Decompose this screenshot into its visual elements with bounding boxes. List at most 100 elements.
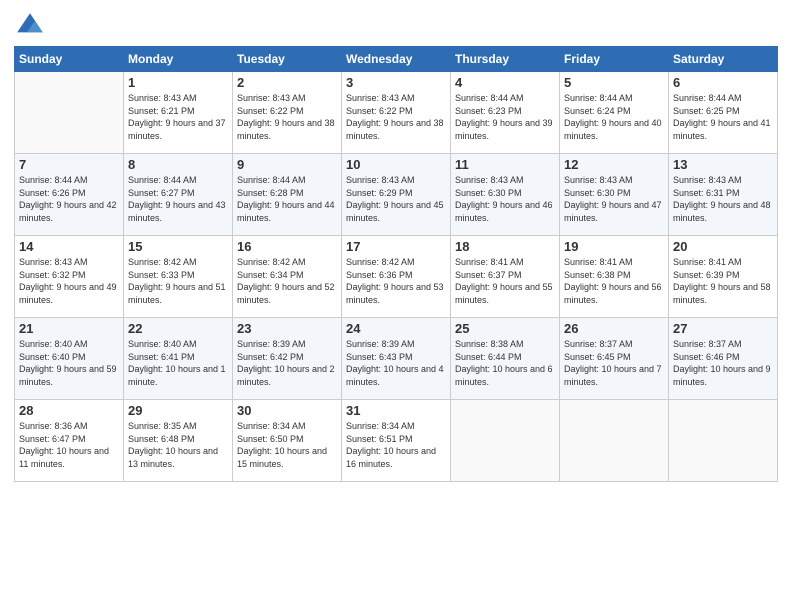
day-cell: 27Sunrise: 8:37 AM Sunset: 6:46 PM Dayli… [669, 318, 778, 400]
day-cell: 5 Sunrise: 8:44 AM Sunset: 6:24 PM Daylig… [560, 72, 669, 154]
header-row: SundayMondayTuesdayWednesdayThursdayFrid… [15, 47, 778, 72]
day-cell [15, 72, 124, 154]
day-cell [451, 400, 560, 482]
day-number: 20 [673, 239, 773, 254]
day-number: 6 [673, 75, 773, 90]
day-number: 13 [673, 157, 773, 172]
day-number: 21 [19, 321, 119, 336]
day-cell: 2 Sunrise: 8:43 AM Sunset: 6:22 PM Daylig… [233, 72, 342, 154]
day-info: Sunrise: 8:41 AM Sunset: 6:38 PM Dayligh… [564, 256, 664, 306]
logo-icon [14, 10, 46, 42]
col-header-saturday: Saturday [669, 47, 778, 72]
day-info: Sunrise: 8:43 AM Sunset: 6:30 PM Dayligh… [455, 174, 555, 224]
day-cell: 17 Sunrise: 8:42 AM Sunset: 6:36 PM Dayli… [342, 236, 451, 318]
day-info: Sunrise: 8:37 AM Sunset: 6:45 PM Dayligh… [564, 338, 664, 388]
day-number: 28 [19, 403, 119, 418]
day-info: Sunrise: 8:34 AM Sunset: 6:51 PM Dayligh… [346, 420, 446, 470]
day-number: 3 [346, 75, 446, 90]
day-number: 1 [128, 75, 228, 90]
header [14, 10, 778, 42]
col-header-monday: Monday [124, 47, 233, 72]
day-number: 2 [237, 75, 337, 90]
day-cell: 22 Sunrise: 8:40 AM Sunset: 6:41 PM Dayli… [124, 318, 233, 400]
day-cell: 6 Sunrise: 8:44 AM Sunset: 6:25 PM Daylig… [669, 72, 778, 154]
col-header-friday: Friday [560, 47, 669, 72]
day-info: Sunrise: 8:43 AM Sunset: 6:22 PM Dayligh… [346, 92, 446, 142]
day-cell: 25 Sunrise: 8:38 AM Sunset: 6:44 PM Dayli… [451, 318, 560, 400]
day-info: Sunrise: 8:43 AM Sunset: 6:32 PM Dayligh… [19, 256, 119, 306]
col-header-wednesday: Wednesday [342, 47, 451, 72]
day-number: 12 [564, 157, 664, 172]
day-number: 25 [455, 321, 555, 336]
day-cell: 24Sunrise: 8:39 AM Sunset: 6:43 PM Dayli… [342, 318, 451, 400]
day-cell: 3 Sunrise: 8:43 AM Sunset: 6:22 PM Daylig… [342, 72, 451, 154]
calendar-container: SundayMondayTuesdayWednesdayThursdayFrid… [0, 0, 792, 488]
day-number: 22 [128, 321, 228, 336]
day-cell: 15Sunrise: 8:42 AM Sunset: 6:33 PM Dayli… [124, 236, 233, 318]
day-info: Sunrise: 8:41 AM Sunset: 6:37 PM Dayligh… [455, 256, 555, 306]
day-info: Sunrise: 8:36 AM Sunset: 6:47 PM Dayligh… [19, 420, 119, 470]
week-row-2: 7 Sunrise: 8:44 AM Sunset: 6:26 PM Daylig… [15, 154, 778, 236]
day-info: Sunrise: 8:43 AM Sunset: 6:31 PM Dayligh… [673, 174, 773, 224]
day-info: Sunrise: 8:40 AM Sunset: 6:40 PM Dayligh… [19, 338, 119, 388]
col-header-thursday: Thursday [451, 47, 560, 72]
calendar-table: SundayMondayTuesdayWednesdayThursdayFrid… [14, 46, 778, 482]
week-row-1: 1 Sunrise: 8:43 AM Sunset: 6:21 PM Daylig… [15, 72, 778, 154]
day-number: 17 [346, 239, 446, 254]
day-cell: 30 Sunrise: 8:34 AM Sunset: 6:50 PM Dayli… [233, 400, 342, 482]
day-number: 9 [237, 157, 337, 172]
day-info: Sunrise: 8:43 AM Sunset: 6:29 PM Dayligh… [346, 174, 446, 224]
day-info: Sunrise: 8:38 AM Sunset: 6:44 PM Dayligh… [455, 338, 555, 388]
day-number: 15 [128, 239, 228, 254]
day-cell: 31 Sunrise: 8:34 AM Sunset: 6:51 PM Dayli… [342, 400, 451, 482]
day-cell: 9 Sunrise: 8:44 AM Sunset: 6:28 PM Daylig… [233, 154, 342, 236]
day-number: 7 [19, 157, 119, 172]
col-header-tuesday: Tuesday [233, 47, 342, 72]
day-info: Sunrise: 8:34 AM Sunset: 6:50 PM Dayligh… [237, 420, 337, 470]
day-number: 11 [455, 157, 555, 172]
day-cell: 18 Sunrise: 8:41 AM Sunset: 6:37 PM Dayli… [451, 236, 560, 318]
day-cell: 7 Sunrise: 8:44 AM Sunset: 6:26 PM Daylig… [15, 154, 124, 236]
day-info: Sunrise: 8:42 AM Sunset: 6:34 PM Dayligh… [237, 256, 337, 306]
day-number: 30 [237, 403, 337, 418]
day-cell: 26 Sunrise: 8:37 AM Sunset: 6:45 PM Dayli… [560, 318, 669, 400]
day-number: 4 [455, 75, 555, 90]
day-info: Sunrise: 8:39 AM Sunset: 6:43 PM Dayligh… [346, 338, 446, 388]
day-info: Sunrise: 8:40 AM Sunset: 6:41 PM Dayligh… [128, 338, 228, 388]
day-cell: 14 Sunrise: 8:43 AM Sunset: 6:32 PM Dayli… [15, 236, 124, 318]
day-cell: 13 Sunrise: 8:43 AM Sunset: 6:31 PM Dayli… [669, 154, 778, 236]
day-number: 8 [128, 157, 228, 172]
day-info: Sunrise: 8:44 AM Sunset: 6:26 PM Dayligh… [19, 174, 119, 224]
day-cell [560, 400, 669, 482]
day-number: 29 [128, 403, 228, 418]
logo [14, 10, 50, 42]
day-info: Sunrise: 8:44 AM Sunset: 6:27 PM Dayligh… [128, 174, 228, 224]
day-info: Sunrise: 8:37 AM Sunset: 6:46 PM Dayligh… [673, 338, 773, 388]
col-header-sunday: Sunday [15, 47, 124, 72]
day-number: 5 [564, 75, 664, 90]
day-number: 23 [237, 321, 337, 336]
day-cell: 20 Sunrise: 8:41 AM Sunset: 6:39 PM Dayli… [669, 236, 778, 318]
day-info: Sunrise: 8:44 AM Sunset: 6:25 PM Dayligh… [673, 92, 773, 142]
day-info: Sunrise: 8:44 AM Sunset: 6:24 PM Dayligh… [564, 92, 664, 142]
day-number: 18 [455, 239, 555, 254]
day-info: Sunrise: 8:42 AM Sunset: 6:36 PM Dayligh… [346, 256, 446, 306]
day-cell: 4Sunrise: 8:44 AM Sunset: 6:23 PM Daylig… [451, 72, 560, 154]
day-cell [669, 400, 778, 482]
day-cell: 19 Sunrise: 8:41 AM Sunset: 6:38 PM Dayli… [560, 236, 669, 318]
day-info: Sunrise: 8:43 AM Sunset: 6:22 PM Dayligh… [237, 92, 337, 142]
day-cell: 28 Sunrise: 8:36 AM Sunset: 6:47 PM Dayli… [15, 400, 124, 482]
day-info: Sunrise: 8:39 AM Sunset: 6:42 PM Dayligh… [237, 338, 337, 388]
day-cell: 21 Sunrise: 8:40 AM Sunset: 6:40 PM Dayli… [15, 318, 124, 400]
week-row-5: 28 Sunrise: 8:36 AM Sunset: 6:47 PM Dayli… [15, 400, 778, 482]
day-cell: 23 Sunrise: 8:39 AM Sunset: 6:42 PM Dayli… [233, 318, 342, 400]
day-number: 14 [19, 239, 119, 254]
day-number: 31 [346, 403, 446, 418]
day-info: Sunrise: 8:41 AM Sunset: 6:39 PM Dayligh… [673, 256, 773, 306]
week-row-4: 21 Sunrise: 8:40 AM Sunset: 6:40 PM Dayli… [15, 318, 778, 400]
day-number: 19 [564, 239, 664, 254]
day-cell: 11 Sunrise: 8:43 AM Sunset: 6:30 PM Dayli… [451, 154, 560, 236]
day-number: 26 [564, 321, 664, 336]
day-info: Sunrise: 8:44 AM Sunset: 6:28 PM Dayligh… [237, 174, 337, 224]
day-info: Sunrise: 8:43 AM Sunset: 6:21 PM Dayligh… [128, 92, 228, 142]
